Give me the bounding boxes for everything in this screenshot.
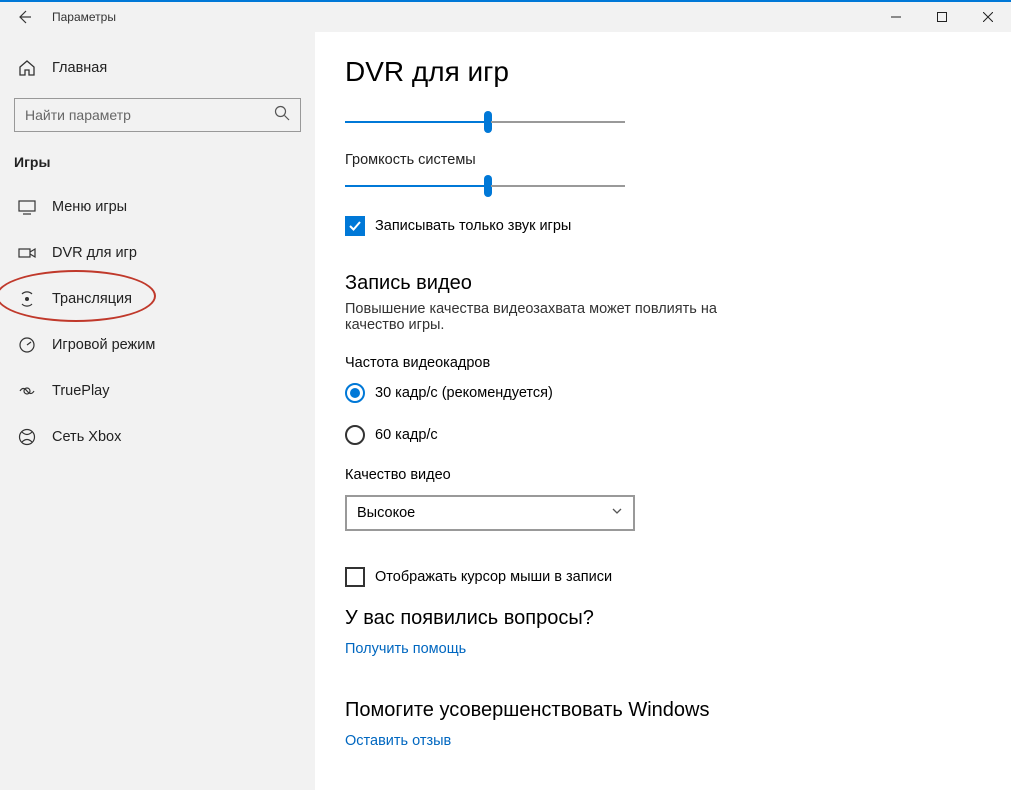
- sidebar-item-label: TruePlay: [52, 383, 109, 399]
- category-header: Игры: [0, 154, 315, 170]
- dvr-icon: [18, 244, 36, 262]
- back-button[interactable]: [0, 2, 48, 32]
- home-button[interactable]: Главная: [0, 50, 315, 86]
- broadcast-icon: [18, 290, 36, 308]
- radio-label: 60 кадр/с: [375, 427, 438, 443]
- minimize-button[interactable]: [873, 2, 919, 32]
- sidebar-item-xbox-networking[interactable]: Сеть Xbox: [0, 414, 315, 460]
- search-field[interactable]: [25, 107, 274, 123]
- arrow-left-icon: [16, 9, 32, 25]
- mic-volume-slider[interactable]: [345, 112, 625, 132]
- radio-30fps[interactable]: 30 кадр/с (рекомендуется): [345, 383, 971, 403]
- checkbox-label: Отображать курсор мыши в записи: [375, 569, 612, 585]
- sidebar-item-label: Сеть Xbox: [52, 429, 121, 445]
- sidebar-item-label: Меню игры: [52, 199, 127, 215]
- page-title: DVR для игр: [345, 56, 971, 88]
- search-icon: [274, 105, 290, 126]
- radio-label: 30 кадр/с (рекомендуется): [375, 385, 553, 401]
- search-input[interactable]: [14, 98, 301, 132]
- questions-heading: У вас появились вопросы?: [345, 607, 971, 630]
- get-help-link[interactable]: Получить помощь: [345, 641, 466, 657]
- close-button[interactable]: [965, 2, 1011, 32]
- sidebar-item-label: Трансляция: [52, 291, 132, 307]
- select-value: Высокое: [357, 505, 611, 521]
- checkbox-checked-icon: [345, 216, 365, 236]
- quality-label: Качество видео: [345, 467, 971, 483]
- radio-selected-icon: [345, 383, 365, 403]
- feedback-link[interactable]: Оставить отзыв: [345, 733, 451, 749]
- chevron-down-icon: [611, 504, 623, 522]
- sidebar-item-trueplay[interactable]: TruePlay: [0, 368, 315, 414]
- home-label: Главная: [52, 60, 107, 76]
- sidebar-item-broadcasting[interactable]: Трансляция: [0, 276, 315, 322]
- video-section-heading: Запись видео: [345, 272, 971, 295]
- video-section-description: Повышение качества видеозахвата может по…: [345, 301, 765, 333]
- radio-60fps[interactable]: 60 кадр/с: [345, 425, 971, 445]
- content-area: DVR для игр Громкость системы Записывать…: [315, 32, 1011, 790]
- sidebar: Главная Игры Меню игры DVR для игр Транс…: [0, 32, 315, 790]
- system-volume-slider[interactable]: [345, 176, 625, 196]
- home-icon: [18, 59, 36, 77]
- record-game-audio-checkbox[interactable]: Записывать только звук игры: [345, 216, 971, 236]
- window-title: Параметры: [52, 10, 116, 24]
- show-cursor-checkbox[interactable]: Отображать курсор мыши в записи: [345, 567, 971, 587]
- system-volume-label: Громкость системы: [345, 152, 971, 168]
- titlebar: Параметры: [0, 2, 1011, 32]
- checkbox-unchecked-icon: [345, 567, 365, 587]
- gauge-icon: [18, 336, 36, 354]
- sidebar-item-label: Игровой режим: [52, 337, 155, 353]
- sidebar-item-game-dvr[interactable]: DVR для игр: [0, 230, 315, 276]
- radio-unselected-icon: [345, 425, 365, 445]
- framerate-label: Частота видеокадров: [345, 355, 971, 371]
- sidebar-item-game-mode[interactable]: Игровой режим: [0, 322, 315, 368]
- checkbox-label: Записывать только звук игры: [375, 218, 571, 234]
- quality-select[interactable]: Высокое: [345, 495, 635, 531]
- sidebar-item-label: DVR для игр: [52, 245, 137, 261]
- trueplay-icon: [18, 382, 36, 400]
- sidebar-item-game-bar[interactable]: Меню игры: [0, 184, 315, 230]
- monitor-icon: [18, 198, 36, 216]
- improve-heading: Помогите усовершенствовать Windows: [345, 699, 971, 722]
- xbox-icon: [18, 428, 36, 446]
- maximize-button[interactable]: [919, 2, 965, 32]
